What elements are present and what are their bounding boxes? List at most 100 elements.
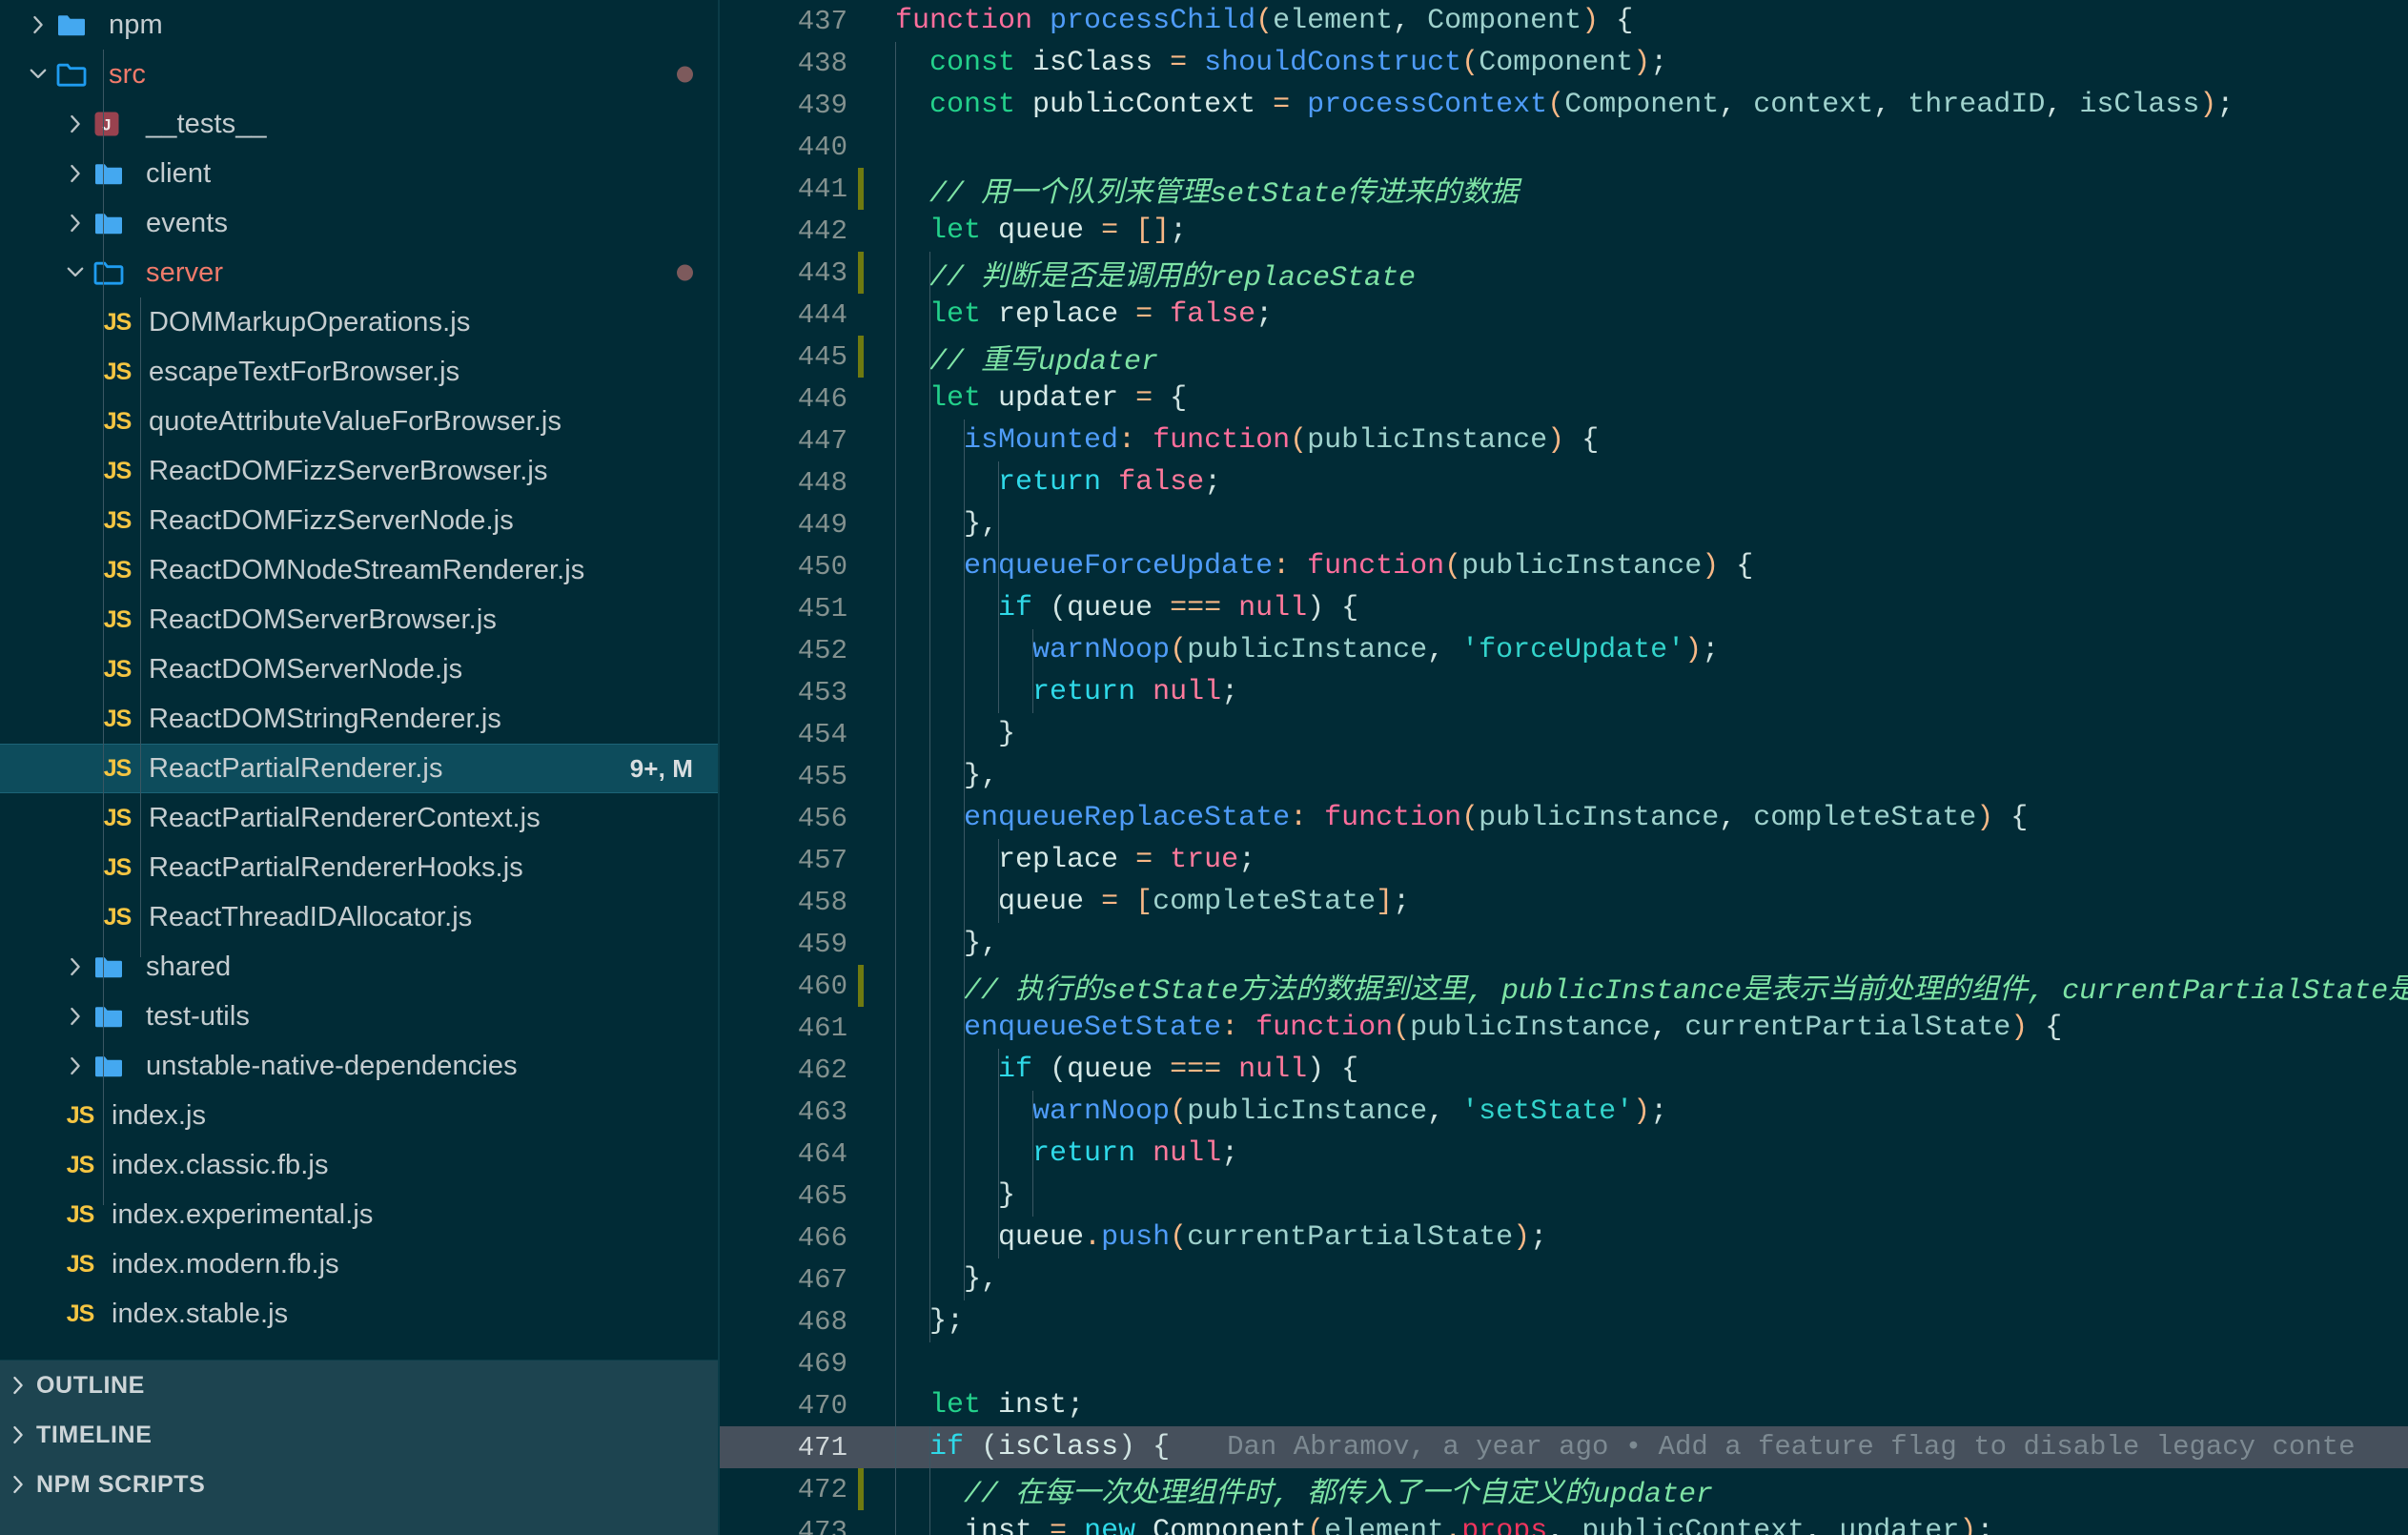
code-line[interactable]: 442 let queue = []; bbox=[720, 210, 2408, 252]
tree-folder-row[interactable]: J __tests__ bbox=[0, 99, 718, 149]
code-line[interactable]: 444 let replace = false; bbox=[720, 294, 2408, 336]
tree-folder-row[interactable]: unstable-native-dependencies bbox=[0, 1041, 718, 1091]
tree-folder-row[interactable]: client bbox=[0, 149, 718, 198]
code-line[interactable]: 443 // 判断是否是调用的replaceState bbox=[720, 252, 2408, 295]
code-line[interactable]: 469 bbox=[720, 1342, 2408, 1384]
chevron-right-icon[interactable] bbox=[58, 112, 92, 136]
code-line[interactable]: 462 if (queue === null) { bbox=[720, 1049, 2408, 1091]
chevron-right-icon[interactable] bbox=[58, 954, 92, 979]
chevron-down-icon[interactable] bbox=[58, 260, 92, 285]
tree-file-row[interactable]: JS ReactThreadIDAllocator.js bbox=[0, 892, 718, 942]
code-line[interactable]: 468 }; bbox=[720, 1300, 2408, 1342]
tree-file-row[interactable]: JS DOMMarkupOperations.js bbox=[0, 297, 718, 347]
tree-folder-row[interactable]: npm bbox=[0, 0, 718, 50]
code-line[interactable]: 460 // 执行的setState方法的数据到这里, publicInstan… bbox=[720, 965, 2408, 1008]
line-number: 465 bbox=[797, 1179, 847, 1212]
tree-file-row[interactable]: JS ReactPartialRendererContext.js bbox=[0, 793, 718, 843]
editor-indent-guide bbox=[1032, 629, 1034, 713]
sidebar-panel-outline[interactable]: OUTLINE bbox=[0, 1361, 718, 1410]
code-line[interactable]: 455 }, bbox=[720, 755, 2408, 797]
tree-file-row[interactable]: JS quoteAttributeValueForBrowser.js bbox=[0, 397, 718, 446]
code-line[interactable]: 445 // 重写updater bbox=[720, 336, 2408, 379]
code-line[interactable]: 465 } bbox=[720, 1175, 2408, 1217]
code-line[interactable]: 457 replace = true; bbox=[720, 839, 2408, 881]
chevron-right-icon[interactable] bbox=[58, 1004, 92, 1029]
code-line[interactable]: 459 }, bbox=[720, 923, 2408, 965]
chevron-right-icon[interactable] bbox=[0, 1373, 36, 1398]
code-line[interactable]: 447 isMounted: function(publicInstance) … bbox=[720, 420, 2408, 461]
code-line[interactable]: 453 return null; bbox=[720, 671, 2408, 713]
code-line[interactable]: 441 // 用一个队列来管理setState传进来的数据 bbox=[720, 168, 2408, 211]
tree-folder-row[interactable]: test-utils bbox=[0, 992, 718, 1041]
tree-file-row[interactable]: JS index.js bbox=[0, 1091, 718, 1140]
tree-folder-row[interactable]: shared bbox=[0, 942, 718, 992]
code-line[interactable]: 472 // 在每一次处理组件时, 都传入了一个自定义的updater bbox=[720, 1468, 2408, 1511]
chevron-right-icon[interactable] bbox=[58, 161, 92, 186]
line-number: 446 bbox=[797, 382, 847, 415]
code-text: if (queue === null) { bbox=[998, 1054, 1359, 1086]
line-number: 462 bbox=[797, 1054, 847, 1086]
code-line[interactable]: 466 queue.push(currentPartialState); bbox=[720, 1217, 2408, 1259]
code-line[interactable]: 446 let updater = { bbox=[720, 378, 2408, 420]
chevron-right-icon[interactable] bbox=[0, 1422, 36, 1447]
line-number: 467 bbox=[797, 1263, 847, 1296]
tree-item-label: index.experimental.js bbox=[112, 1198, 374, 1230]
line-number: 458 bbox=[797, 886, 847, 918]
code-editor[interactable]: 437 function processChild(element, Compon… bbox=[720, 0, 2408, 1535]
code-line[interactable]: 448 return false; bbox=[720, 461, 2408, 503]
tree-file-row[interactable]: JS ReactDOMFizzServerNode.js bbox=[0, 496, 718, 545]
tree-folder-row[interactable]: events bbox=[0, 198, 718, 248]
chevron-right-icon[interactable] bbox=[58, 1054, 92, 1078]
folder-icon bbox=[92, 1053, 136, 1079]
code-line[interactable]: 456 enqueueReplaceState: function(public… bbox=[720, 797, 2408, 839]
tree-folder-row[interactable]: src bbox=[0, 50, 718, 99]
tree-file-row[interactable]: JS index.modern.fb.js bbox=[0, 1239, 718, 1289]
sidebar-panel-timeline[interactable]: TIMELINE bbox=[0, 1410, 718, 1460]
tree-file-row[interactable]: JS ReactPartialRenderer.js 9+, M bbox=[0, 744, 718, 793]
chevron-down-icon[interactable] bbox=[21, 62, 55, 87]
tree-file-row[interactable]: JS ReactPartialRendererHooks.js bbox=[0, 843, 718, 892]
code-line[interactable]: 449 }, bbox=[720, 503, 2408, 545]
tree-file-row[interactable]: JS ReactDOMServerNode.js bbox=[0, 645, 718, 694]
chevron-right-icon[interactable] bbox=[21, 12, 55, 37]
code-line[interactable]: 471 if (isClass) {Dan Abramov, a year ag… bbox=[720, 1426, 2408, 1468]
code-line[interactable]: 454 } bbox=[720, 713, 2408, 755]
code-line[interactable]: 440 bbox=[720, 126, 2408, 168]
sidebar-panel-npm-scripts[interactable]: NPM SCRIPTS bbox=[0, 1460, 718, 1509]
code-line[interactable]: 450 enqueueForceUpdate: function(publicI… bbox=[720, 545, 2408, 587]
chevron-right-icon[interactable] bbox=[0, 1472, 36, 1497]
editor-indent-guide bbox=[895, 42, 896, 1535]
tree-file-row[interactable]: JS ReactDOMServerBrowser.js bbox=[0, 595, 718, 645]
code-line[interactable]: 470 let inst; bbox=[720, 1384, 2408, 1426]
line-number: 460 bbox=[797, 970, 847, 1002]
js-file-icon: JS bbox=[103, 754, 133, 782]
tree-file-row[interactable]: JS escapeTextForBrowser.js bbox=[0, 347, 718, 397]
tree-item-label: shared bbox=[146, 951, 232, 982]
chevron-right-icon[interactable] bbox=[58, 211, 92, 235]
code-line[interactable]: 451 if (queue === null) { bbox=[720, 587, 2408, 629]
code-line[interactable]: 439 const publicContext = processContext… bbox=[720, 84, 2408, 126]
tree-file-row[interactable]: JS index.classic.fb.js bbox=[0, 1140, 718, 1190]
tree-file-row[interactable]: JS ReactDOMFizzServerBrowser.js bbox=[0, 446, 718, 496]
code-text: return false; bbox=[998, 466, 1222, 499]
tree-folder-row[interactable]: server bbox=[0, 248, 718, 297]
line-number: 473 bbox=[797, 1515, 847, 1535]
code-line[interactable]: 452 warnNoop(publicInstance, 'forceUpdat… bbox=[720, 629, 2408, 671]
js-file-icon: JS bbox=[103, 457, 133, 484]
tree-file-row[interactable]: JS index.experimental.js bbox=[0, 1190, 718, 1239]
code-line[interactable]: 463 warnNoop(publicInstance, 'setState')… bbox=[720, 1091, 2408, 1133]
tree-file-row[interactable]: JS index.stable.js bbox=[0, 1289, 718, 1339]
line-number: 452 bbox=[797, 634, 847, 666]
code-line[interactable]: 437 function processChild(element, Compon… bbox=[720, 0, 2408, 42]
code-line[interactable]: 473 inst = new Component(element.props, … bbox=[720, 1510, 2408, 1535]
code-line[interactable]: 438 const isClass = shouldConstruct(Comp… bbox=[720, 42, 2408, 84]
tree-file-row[interactable]: JS ReactDOMNodeStreamRenderer.js bbox=[0, 545, 718, 595]
code-line[interactable]: 467 }, bbox=[720, 1259, 2408, 1300]
code-line[interactable]: 458 queue = [completeState]; bbox=[720, 881, 2408, 923]
code-line[interactable]: 464 return null; bbox=[720, 1133, 2408, 1175]
file-tree[interactable]: npm src J __tests__client events server JS DOMM… bbox=[0, 0, 718, 1360]
code-line[interactable]: 461 enqueueSetState: function(publicInst… bbox=[720, 1007, 2408, 1049]
tree-item-label: client bbox=[146, 157, 212, 189]
git-change-indicator bbox=[853, 168, 868, 210]
tree-file-row[interactable]: JS ReactDOMStringRenderer.js bbox=[0, 694, 718, 744]
